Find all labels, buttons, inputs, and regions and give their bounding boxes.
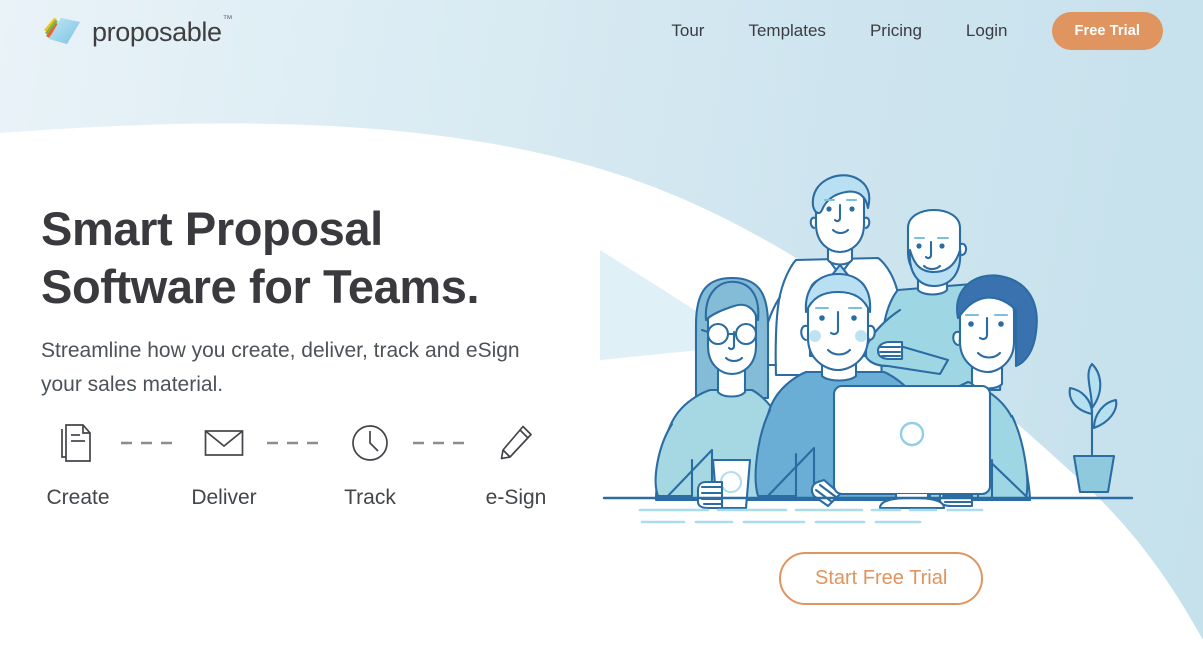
step-connector-3 (407, 420, 479, 466)
workflow-steps: Create Deliver Track e-Sign (41, 420, 553, 510)
brand-trademark: ™ (222, 13, 233, 25)
team-around-laptop-illustration (600, 160, 1140, 530)
brand-name: proposable™ (92, 13, 233, 47)
brand-logo[interactable]: proposable™ (40, 13, 233, 48)
free-trial-button[interactable]: Free Trial (1051, 12, 1163, 50)
step-label-track: Track (344, 486, 396, 509)
floor-accent-lines (638, 508, 984, 524)
cta-container: Start Free Trial (779, 552, 984, 605)
step-connector-1 (115, 420, 187, 466)
nav-link-pricing[interactable]: Pricing (848, 13, 944, 49)
step-deliver[interactable]: Deliver (187, 420, 261, 510)
step-connector-2 (261, 420, 333, 466)
site-header: proposable™ Tour Templates Pricing Login… (0, 0, 1203, 62)
laptop (832, 384, 992, 510)
headline-line-1: Smart Proposal (41, 202, 383, 255)
step-create[interactable]: Create (41, 420, 115, 510)
dashed-line-icon (413, 441, 473, 445)
page-title: Smart Proposal Software for Teams. (41, 200, 601, 316)
stacked-pages-logo-icon (44, 18, 80, 44)
step-label-create: Create (46, 486, 110, 509)
clock-icon (351, 420, 389, 466)
subhead-line-1: Streamline how you create, deliver, trac… (41, 339, 461, 362)
headline-line-2: Software for Teams. (41, 260, 480, 313)
step-track[interactable]: Track (333, 420, 407, 510)
step-label-esign: e-Sign (485, 486, 547, 509)
start-free-trial-button[interactable]: Start Free Trial (779, 552, 984, 605)
nav-link-tour[interactable]: Tour (649, 13, 726, 49)
dashed-line-icon (267, 441, 327, 445)
landing-page: proposable™ Tour Templates Pricing Login… (0, 0, 1203, 655)
dashed-line-icon (121, 441, 181, 445)
step-label-deliver: Deliver (191, 486, 257, 509)
step-esign[interactable]: e-Sign (479, 420, 553, 510)
documents-icon (60, 420, 96, 466)
hero-copy: Smart Proposal Software for Teams. Strea… (41, 200, 601, 402)
nav-link-templates[interactable]: Templates (726, 13, 847, 49)
envelope-icon (204, 420, 244, 466)
nav-link-login[interactable]: Login (944, 13, 1030, 49)
pencil-icon (498, 420, 534, 466)
hero-subheadline: Streamline how you create, deliver, trac… (41, 334, 541, 402)
potted-plant (1068, 362, 1118, 494)
main-navigation: Tour Templates Pricing Login Free Trial (649, 12, 1163, 50)
